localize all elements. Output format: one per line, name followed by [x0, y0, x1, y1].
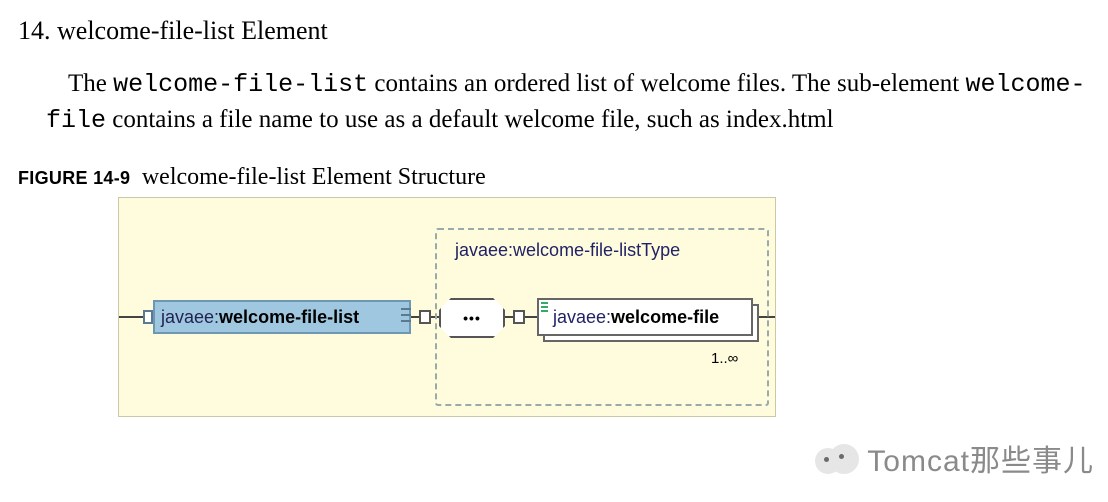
section-number: 14.	[18, 16, 51, 45]
figure-caption: FIGURE 14-9 welcome-file-list Element St…	[18, 164, 1090, 191]
figure-title: welcome-file-list Element Structure	[142, 164, 486, 190]
element-front: javaee:welcome-file	[537, 298, 753, 336]
text-mid2: contains a file name to use as a default…	[106, 106, 834, 133]
root-port-icon	[143, 310, 153, 324]
watermark: Tomcat那些事儿	[815, 436, 1094, 480]
section-name: welcome-file-list Element	[57, 16, 328, 45]
figure-label: FIGURE 14-9	[18, 168, 130, 188]
element-name: welcome-file-list	[219, 307, 359, 328]
connector-port-icon	[419, 310, 431, 324]
watermark-text: Tomcat那些事儿	[867, 436, 1094, 480]
element-name: welcome-file	[611, 307, 719, 328]
element-box-welcome-file: javaee:welcome-file	[537, 298, 753, 336]
cardinality-label: 1..∞	[711, 350, 738, 367]
code-term-1: welcome-file-list	[113, 70, 368, 99]
text-mid1: contains an ordered list of welcome file…	[368, 70, 965, 97]
text-pre1: The	[68, 70, 113, 97]
schema-diagram: javaee:welcome-file-list ••• javaee:welc…	[118, 197, 776, 417]
namespace-prefix: javaee:	[553, 307, 611, 328]
element-box-welcome-file-list: javaee:welcome-file-list	[153, 300, 411, 334]
namespace-prefix: javaee:	[161, 307, 219, 328]
description-paragraph: The welcome-file-list contains an ordere…	[46, 66, 1090, 138]
section-title: 14. welcome-file-list Element	[18, 16, 1090, 46]
wechat-icon	[815, 440, 857, 476]
type-group-label: javaee:welcome-file-listType	[455, 240, 680, 261]
